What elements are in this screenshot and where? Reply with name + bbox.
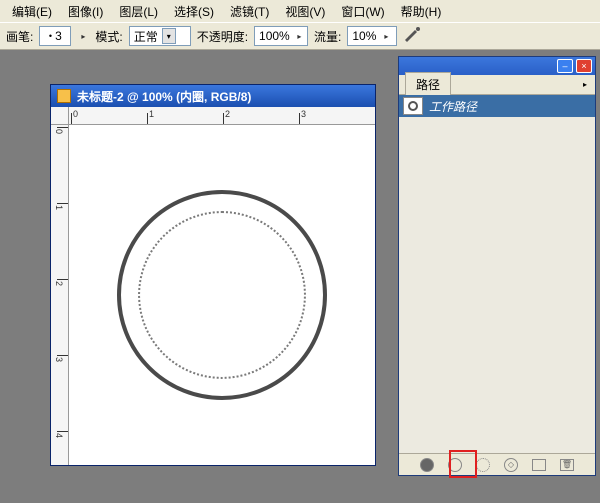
menu-select[interactable]: 选择(S) (168, 1, 220, 22)
panel-close-icon[interactable]: × (576, 59, 592, 73)
document-icon (57, 89, 71, 103)
ruler-origin[interactable] (51, 107, 69, 125)
ruler-horizontal[interactable]: 0 1 2 3 (69, 107, 375, 125)
paths-list: 工作路径 (399, 95, 595, 453)
fill-path-icon[interactable] (420, 458, 434, 472)
ruler-v-tick-1: 1 (54, 205, 64, 210)
workspace-area: – × 路径 ▸ 工作路径 ◇ 🗑 未标题-2 @ 100% (内圈, RGB/ (0, 50, 600, 503)
delete-path-icon[interactable]: 🗑 (560, 459, 574, 471)
menu-layer[interactable]: 图层(L) (113, 1, 164, 22)
flow-field[interactable]: 10% ▸ (347, 26, 397, 46)
mode-value: 正常 (134, 28, 158, 45)
mode-label: 模式: (95, 28, 122, 45)
brush-dot-icon: • (49, 31, 52, 41)
chevron-down-icon: ▾ (162, 28, 176, 44)
ruler-vertical[interactable]: 0 1 2 3 4 (51, 125, 69, 465)
path-to-selection-icon[interactable] (476, 458, 490, 472)
outer-circle-path (117, 190, 327, 400)
canvas[interactable] (69, 125, 375, 465)
brush-size-value: 3 (55, 29, 62, 43)
brush-flyout-icon[interactable]: ▸ (77, 27, 89, 45)
ruler-h-tick-2: 2 (225, 109, 230, 119)
mode-dropdown[interactable]: 正常 ▾ (129, 26, 191, 46)
paths-panel: – × 路径 ▸ 工作路径 ◇ 🗑 (398, 56, 596, 476)
panel-menu-flyout-icon[interactable]: ▸ (579, 80, 591, 89)
opacity-value: 100% (259, 29, 290, 43)
document-title: 未标题-2 @ 100% (内圈, RGB/8) (77, 88, 251, 105)
document-window: 未标题-2 @ 100% (内圈, RGB/8) 0 1 2 3 0 1 2 3… (50, 84, 376, 466)
options-bar: 画笔: • 3 ▸ 模式: 正常 ▾ 不透明度: 100% ▸ 流量: 10% … (0, 22, 600, 50)
menu-window[interactable]: 窗口(W) (335, 1, 390, 22)
menu-view[interactable]: 视图(V) (279, 1, 331, 22)
annotation-highlight-box (449, 450, 477, 478)
panel-bottom-buttons: ◇ 🗑 (399, 453, 595, 475)
flow-label: 流量: (314, 28, 341, 45)
ruler-v-tick-2: 2 (54, 281, 64, 286)
panel-minimize-icon[interactable]: – (557, 59, 573, 73)
ruler-h-tick-0: 0 (73, 109, 78, 119)
menu-bar: 编辑(E) 图像(I) 图层(L) 选择(S) 滤镜(T) 视图(V) 窗口(W… (0, 0, 600, 22)
document-body: 0 1 2 3 0 1 2 3 4 (51, 107, 375, 465)
menu-filter[interactable]: 滤镜(T) (224, 1, 275, 22)
menu-image[interactable]: 图像(I) (62, 1, 109, 22)
inner-circle-selection (138, 211, 306, 379)
opacity-field[interactable]: 100% ▸ (254, 26, 308, 46)
brush-preset-picker[interactable]: • 3 (39, 26, 71, 46)
menu-help[interactable]: 帮助(H) (395, 1, 448, 22)
path-thumbnail (403, 97, 423, 115)
ruler-v-tick-3: 3 (54, 357, 64, 362)
ruler-v-tick-0: 0 (54, 129, 64, 134)
tab-paths[interactable]: 路径 (405, 72, 451, 95)
ruler-v-tick-4: 4 (54, 433, 64, 438)
menu-edit[interactable]: 编辑(E) (6, 1, 58, 22)
make-work-path-icon[interactable]: ◇ (504, 458, 518, 472)
path-name-label: 工作路径 (429, 98, 477, 115)
flow-flyout-icon: ▸ (380, 27, 392, 45)
ruler-h-tick-3: 3 (301, 109, 306, 119)
opacity-flyout-icon: ▸ (294, 27, 305, 45)
panel-tabs: 路径 ▸ (399, 75, 595, 95)
airbrush-toggle-icon[interactable] (403, 26, 421, 47)
new-path-icon[interactable] (532, 459, 546, 471)
opacity-label: 不透明度: (197, 28, 248, 45)
brush-label: 画笔: (6, 28, 33, 45)
ruler-h-tick-1: 1 (149, 109, 154, 119)
path-row-workpath[interactable]: 工作路径 (399, 95, 595, 117)
flow-value: 10% (352, 29, 376, 43)
document-titlebar[interactable]: 未标题-2 @ 100% (内圈, RGB/8) (51, 85, 375, 107)
